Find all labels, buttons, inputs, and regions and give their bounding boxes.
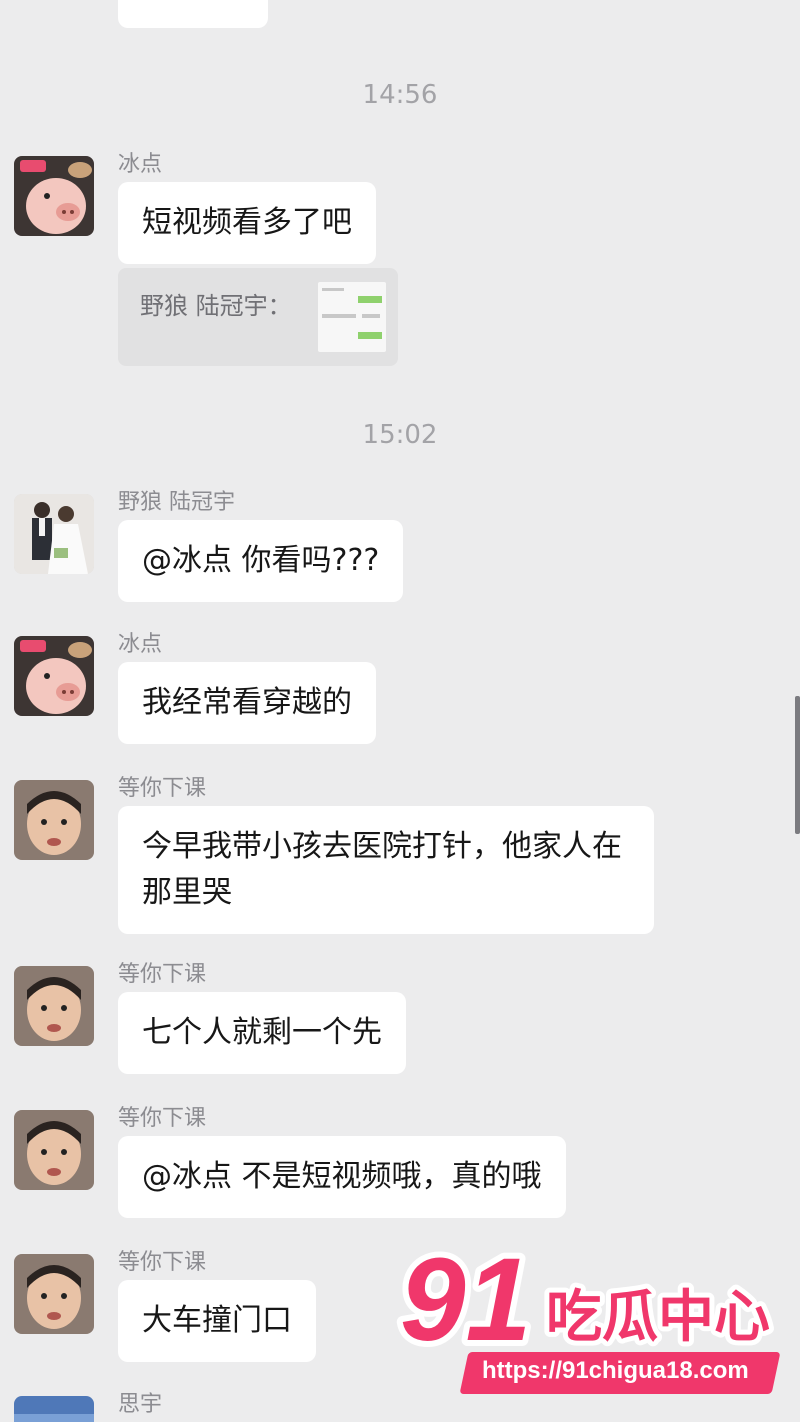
message-bubble[interactable]: 我经常看穿越的: [118, 662, 376, 744]
scrollbar[interactable]: [795, 696, 800, 834]
sky-avatar[interactable]: [14, 1396, 94, 1422]
pig-cartoon-avatar[interactable]: [14, 636, 94, 716]
message-bubble[interactable]: 今早我带小孩去医院打针，他家人在那里哭: [118, 806, 654, 934]
svg-text:吃瓜中心: 吃瓜中心: [546, 1285, 770, 1350]
message-bubble[interactable]: 七个人就剩一个先: [118, 992, 406, 1074]
sender-name: 思宇: [118, 1392, 163, 1417]
message-row: 野狼 陆冠宇 @冰点 你看吗???: [14, 484, 786, 604]
timestamp: 14:56: [362, 80, 438, 110]
child-face-avatar[interactable]: [14, 966, 94, 1046]
pig-cartoon-avatar[interactable]: [14, 156, 94, 236]
wedding-photo-avatar[interactable]: [14, 494, 94, 574]
child-face-avatar[interactable]: [14, 1110, 94, 1190]
message-bubble[interactable]: 大车撞门口: [118, 1280, 316, 1362]
sender-name: 等你下课: [118, 962, 207, 987]
message-row: 冰点 短视频看多了吧 野狼 陆冠宇：: [14, 146, 786, 370]
chat-screen: 14:56 冰点 短视频看多了吧 野狼 陆冠宇： 15:02 野狼 陆冠宇 @冰…: [0, 0, 800, 1422]
sender-name: 冰点: [118, 632, 163, 657]
sender-name: 等你下课: [118, 1106, 207, 1131]
sender-name: 等你下课: [118, 776, 207, 801]
partial-message-bubble[interactable]: [118, 0, 268, 28]
quote-text: 野狼 陆冠宇：: [140, 292, 292, 320]
message-bubble[interactable]: @冰点 不是短视频哦，真的哦: [118, 1136, 566, 1218]
sender-name: 等你下课: [118, 1250, 207, 1275]
message-bubble[interactable]: @冰点 你看吗???: [118, 520, 404, 602]
sender-name: 冰点: [118, 152, 163, 177]
watermark: 91 91 吃瓜中心 吃瓜中心 https://91chigua18.com: [394, 1228, 798, 1404]
watermark-logo: 91 91 吃瓜中心 吃瓜中心: [394, 1228, 775, 1372]
message-row: 冰点 我经常看穿越的: [14, 626, 786, 746]
message-row: 等你下课 七个人就剩一个先: [14, 956, 786, 1076]
message-bubble[interactable]: 短视频看多了吧: [118, 182, 376, 264]
quoted-message[interactable]: 野狼 陆冠宇：: [118, 268, 398, 366]
message-row: 等你下课 @冰点 不是短视频哦，真的哦: [14, 1100, 786, 1220]
sender-name: 野狼 陆冠宇: [118, 490, 235, 515]
svg-text:91: 91: [400, 1234, 531, 1366]
child-face-avatar[interactable]: [14, 780, 94, 860]
screenshot-thumbnail: [318, 282, 386, 352]
watermark-url: https://91chigua18.com: [482, 1357, 749, 1384]
child-face-avatar[interactable]: [14, 1254, 94, 1334]
timestamp: 15:02: [362, 420, 438, 450]
message-row: 等你下课 今早我带小孩去医院打针，他家人在那里哭: [14, 770, 786, 936]
